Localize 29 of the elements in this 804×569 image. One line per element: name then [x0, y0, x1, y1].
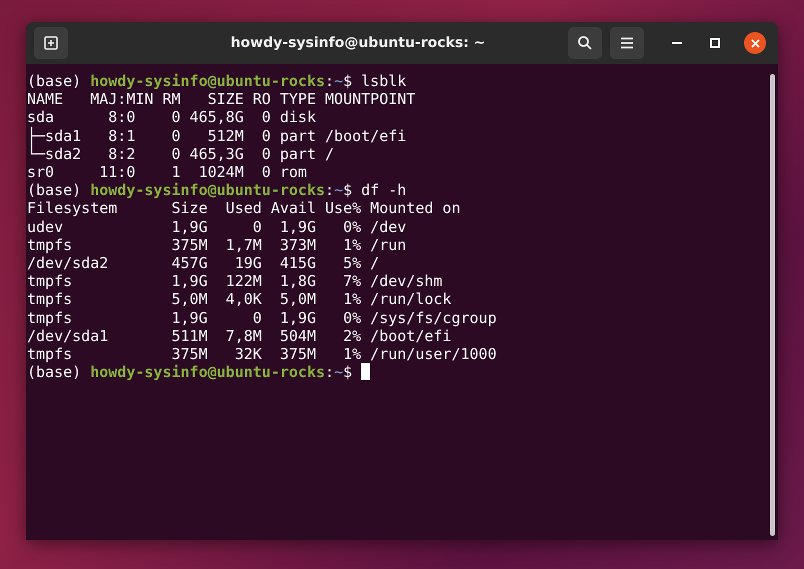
output-line: sr0 11:0 1 1024M 0 rom — [27, 163, 308, 182]
maximize-icon — [710, 38, 720, 48]
search-icon — [577, 35, 593, 51]
prompt-line: (base) howdy-sysinfo@ubuntu-rocks:~$ lsblk — [27, 72, 406, 90]
menu-button[interactable] — [610, 27, 644, 59]
minimize-icon — [672, 41, 682, 45]
output-line: tmpfs 375M 32K 375M 1% /run/user/1000 — [27, 345, 497, 364]
output-line: /dev/sda1 511M 7,8M 504M 2% /boot/efi — [27, 326, 452, 346]
output-line: /dev/sda2 457G 19G 415G 5% / — [27, 254, 380, 272]
close-icon — [750, 38, 760, 48]
new-tab-icon — [43, 35, 59, 51]
output-line: ├─sda1 8:1 0 512M 0 part /boot/efi — [27, 126, 406, 145]
search-button[interactable] — [568, 27, 602, 59]
output-line: └─sda2 8:2 0 465,3G 0 part / — [27, 144, 334, 164]
prompt-line: (base) howdy-sysinfo@ubuntu-rocks:~$ — [27, 363, 370, 382]
prompt-line: (base) howdy-sysinfo@ubuntu-rocks:~$ df -h — [27, 181, 406, 200]
output-line: udev 1,9G 0 1,9G 0% /dev — [27, 218, 406, 236]
output-line: tmpfs 1,9G 122M 1,8G 7% /dev/shm — [27, 272, 442, 290]
menu-icon — [620, 37, 634, 49]
output-line: tmpfs 375M 1,7M 373M 1% /run — [27, 236, 406, 254]
output-line: tmpfs 1,9G 0 1,9G 0% /sys/fs/cgroup — [27, 308, 497, 327]
close-button[interactable] — [744, 32, 766, 54]
output-line: tmpfs 5,0M 4,0K 5,0M 1% /run/lock — [27, 290, 452, 309]
new-tab-button[interactable] — [34, 27, 68, 59]
output-line: sda 8:0 0 465,8G 0 disk — [27, 108, 317, 126]
output-line: NAME MAJ:MIN RM SIZE RO TYPE MOUNTPOINT — [27, 90, 416, 108]
output-line: Filesystem Size Used Avail Use% Mounted on — [27, 199, 460, 218]
scrollbar-thumb[interactable] — [770, 74, 774, 536]
window-title: howdy-sysinfo@ubuntu-rocks: ~ — [230, 35, 486, 51]
